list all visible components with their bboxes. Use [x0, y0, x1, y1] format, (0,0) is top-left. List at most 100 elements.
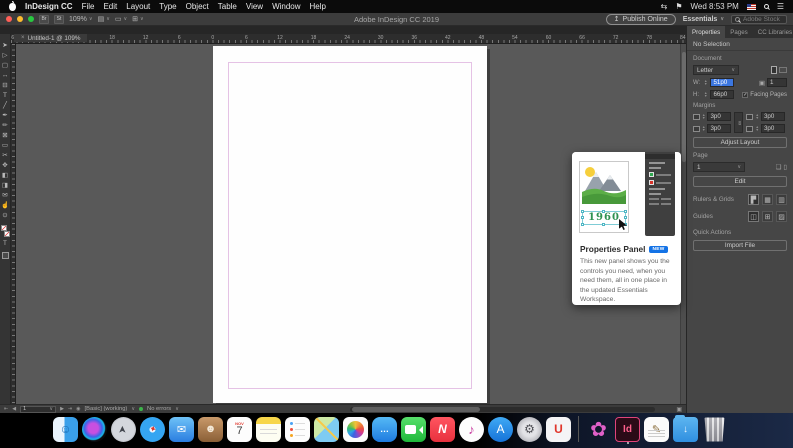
- width-field[interactable]: 51p0: [710, 78, 735, 87]
- dock-mail-icon[interactable]: ✉: [169, 416, 194, 442]
- menu-help[interactable]: Help: [310, 2, 326, 11]
- adjust-layout-button[interactable]: Adjust Layout: [693, 137, 787, 148]
- top-margin-field[interactable]: 3p0: [707, 112, 732, 121]
- dock-maps-icon[interactable]: [314, 416, 339, 442]
- selection-tool[interactable]: ➤: [2, 42, 7, 50]
- first-page-button[interactable]: ⇤: [4, 406, 8, 412]
- vertical-ruler[interactable]: [11, 44, 16, 404]
- current-page-dropdown[interactable]: 1 ∨: [693, 162, 745, 172]
- menu-type[interactable]: Type: [159, 2, 176, 11]
- fill-stroke-swatches[interactable]: [0, 225, 10, 237]
- horizontal-scrollbar[interactable]: [350, 407, 655, 412]
- page-number-dropdown[interactable]: 1 ∨: [20, 405, 57, 413]
- input-source-flag-icon[interactable]: [746, 3, 756, 10]
- height-stepper[interactable]: ▲ ▼: [704, 91, 707, 98]
- dock-launchpad-icon[interactable]: ➤: [111, 416, 136, 442]
- dock-notes-icon[interactable]: [256, 416, 281, 442]
- spotlight-icon[interactable]: [763, 4, 769, 9]
- height-field[interactable]: 66p0: [710, 90, 735, 99]
- workspace-switcher[interactable]: Essentials ∨: [683, 16, 724, 23]
- previous-page-button[interactable]: ◀: [12, 406, 16, 412]
- add-page-icon[interactable]: ❏: [776, 163, 782, 171]
- document-tab[interactable]: × Untitled-1 @ 109%: [14, 34, 88, 42]
- dock-facetime-icon[interactable]: [401, 416, 426, 442]
- fill-swatch[interactable]: [0, 225, 7, 231]
- next-page-button[interactable]: ▶: [60, 406, 64, 412]
- facing-pages-checkbox[interactable]: ✓: [742, 91, 749, 98]
- screen-mode-button[interactable]: [1, 252, 9, 259]
- arrange-documents-dropdown[interactable]: ⊞ ∨: [132, 15, 144, 23]
- direct-selection-tool[interactable]: ▷: [3, 52, 8, 60]
- edit-page-button[interactable]: Edit: [693, 176, 787, 187]
- dock-safari-icon[interactable]: ✦: [140, 416, 165, 442]
- dock-news-icon[interactable]: N: [430, 416, 455, 442]
- dock-indesign-icon[interactable]: Id: [615, 416, 640, 444]
- content-collector-tool[interactable]: ⊟: [2, 82, 7, 90]
- stock-button[interactable]: St: [54, 14, 64, 24]
- landscape-orientation-icon[interactable]: [779, 67, 787, 73]
- gradient-feather-tool[interactable]: ◨: [2, 182, 8, 190]
- flag-status-icon[interactable]: ⚑: [675, 2, 682, 11]
- free-transform-tool[interactable]: ✥: [2, 162, 7, 170]
- adobe-stock-search-input[interactable]: Adobe Stock: [731, 14, 787, 24]
- zoom-tool[interactable]: ⊙: [2, 212, 7, 220]
- portrait-orientation-icon[interactable]: [771, 66, 777, 74]
- dock-calendar-icon[interactable]: NOV 7: [227, 416, 252, 442]
- gap-tool[interactable]: ↔: [2, 72, 9, 80]
- menu-view[interactable]: View: [246, 2, 263, 11]
- stroke-swatch[interactable]: [3, 231, 10, 237]
- sync-status-icon[interactable]: ⇆: [661, 2, 668, 11]
- line-tool[interactable]: ╱: [3, 102, 7, 110]
- publish-online-button[interactable]: ↥ Publish Online: [605, 13, 676, 25]
- menu-file[interactable]: File: [82, 2, 95, 11]
- dock-itunes-icon[interactable]: ♪: [459, 416, 484, 442]
- hand-tool[interactable]: ☝: [1, 202, 9, 210]
- dock-flower-icon[interactable]: ✿: [586, 417, 611, 442]
- dock-trash-icon[interactable]: [704, 417, 725, 442]
- close-tab-icon[interactable]: ×: [21, 35, 25, 41]
- margin-guides-icon[interactable]: ◫: [748, 211, 759, 222]
- scissors-tool[interactable]: ✂: [2, 152, 7, 160]
- zoom-level-dropdown[interactable]: 109% ∨: [69, 16, 93, 23]
- preflight-profile[interactable]: [Basic] (working): [85, 406, 128, 412]
- page-size-dropdown[interactable]: Letter ∨: [693, 65, 739, 75]
- dock-finder-icon[interactable]: ☺: [53, 416, 78, 442]
- right-margin-field[interactable]: 3p0: [760, 124, 785, 133]
- dock-messages-icon[interactable]: …: [372, 416, 397, 442]
- tab-properties[interactable]: Properties: [687, 26, 726, 38]
- horizontal-scrollbar-thumb[interactable]: [352, 407, 480, 412]
- dock-appstore-icon[interactable]: A: [488, 416, 513, 442]
- hide-guides-icon[interactable]: ▨: [776, 211, 787, 222]
- dock-reminders-icon[interactable]: [285, 416, 310, 442]
- bottom-margin-field[interactable]: 3p0: [707, 124, 732, 133]
- tab-cc-libraries[interactable]: CC Libraries: [753, 26, 793, 38]
- menu-window[interactable]: Window: [272, 2, 300, 11]
- view-options-dropdown[interactable]: ▤ ∨: [98, 15, 110, 23]
- document-page[interactable]: [213, 46, 487, 403]
- bridge-button[interactable]: Br: [39, 14, 49, 24]
- spread-view-icon[interactable]: ▣: [676, 406, 682, 413]
- preflight-status[interactable]: No errors: [147, 406, 171, 412]
- dock-photos-icon[interactable]: [343, 416, 368, 442]
- menu-table[interactable]: Table: [218, 2, 237, 11]
- baseline-grid-icon[interactable]: ▥: [776, 194, 787, 205]
- left-margin-field[interactable]: 3p0: [760, 112, 785, 121]
- window-zoom-button[interactable]: [28, 16, 34, 22]
- menu-app-name[interactable]: InDesign CC: [25, 2, 73, 11]
- dock-contacts-icon[interactable]: ☻: [198, 416, 223, 442]
- rectangle-tool[interactable]: ▭: [2, 142, 8, 150]
- type-tool[interactable]: T: [3, 92, 7, 100]
- chevron-down-icon[interactable]: ∨: [175, 406, 179, 412]
- gradient-swatch-tool[interactable]: ◧: [2, 172, 8, 180]
- pencil-tool[interactable]: ✏: [2, 122, 7, 130]
- document-grid-icon[interactable]: ▦: [762, 194, 773, 205]
- delete-page-icon[interactable]: ▯: [783, 163, 787, 171]
- horizontal-ruler[interactable]: 363024181260612182430364248546066727884: [11, 34, 686, 44]
- note-tool[interactable]: ✉: [2, 192, 7, 200]
- chevron-down-icon[interactable]: ∨: [131, 406, 135, 412]
- pen-tool[interactable]: ✒: [2, 112, 7, 120]
- dock-magnet-icon[interactable]: U: [546, 416, 571, 442]
- last-page-button[interactable]: ⇥: [68, 406, 72, 412]
- smart-guides-icon[interactable]: ⊞: [762, 211, 773, 222]
- width-stepper[interactable]: ▲ ▼: [704, 79, 707, 86]
